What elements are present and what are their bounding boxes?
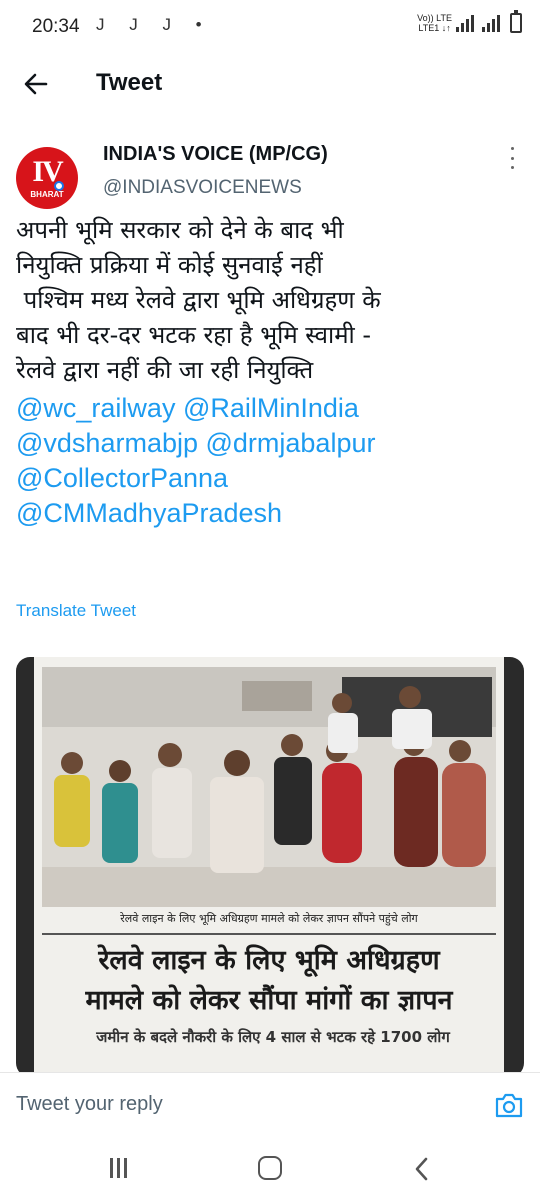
author-handle[interactable]: @INDIASVOICENEWS bbox=[103, 177, 302, 199]
tweet-text-line: रेलवे द्वारा नहीं की जा रही नियुक्ति bbox=[16, 356, 314, 384]
camera-button[interactable] bbox=[494, 1091, 524, 1119]
avatar-sub: BHARAT bbox=[30, 190, 64, 199]
avatar[interactable]: IV BHARAT bbox=[16, 147, 78, 209]
system-back-button[interactable] bbox=[410, 1155, 434, 1183]
camera-icon bbox=[495, 1093, 523, 1118]
group-photo bbox=[42, 667, 496, 907]
tweet-text: अपनी भूमि सरकार को देने के बाद भी नियुक्… bbox=[16, 213, 526, 531]
tweet-media-image[interactable]: रेलवे लाइन के लिए भूमि अधिग्रहण मामले को… bbox=[16, 657, 524, 1077]
arrow-left-icon bbox=[24, 73, 48, 95]
news-subhead: जमीन के बदले नौकरी के लिए 4 साल से भटक र… bbox=[96, 1028, 450, 1046]
newspaper-clipping: रेलवे लाइन के लिए भूमि अधिग्रहण मामले को… bbox=[34, 657, 504, 1077]
home-button[interactable] bbox=[258, 1156, 282, 1180]
status-indicators: Vo)) LTE LTE1 ↓↑ bbox=[417, 10, 522, 33]
news-headline: रेलवे लाइन के लिए भूमि अधिग्रहण मामले को… bbox=[42, 941, 496, 1021]
divider bbox=[42, 933, 496, 935]
tweet-text-line: नियुक्ति प्रक्रिया में कोई सुनवाई नहीं bbox=[16, 251, 323, 279]
signal-icon bbox=[456, 14, 474, 32]
reply-bar: Tweet your reply bbox=[0, 1072, 540, 1139]
group-photo-illustration bbox=[42, 667, 496, 907]
mention-line[interactable]: @CMMadhyaPradesh bbox=[16, 496, 526, 531]
chevron-left-icon bbox=[415, 1157, 428, 1181]
mention-line[interactable]: @vdsharmabjp @drmjabalpur bbox=[16, 426, 526, 461]
headline-line: रेलवे लाइन के लिए भूमि अधिग्रहण bbox=[98, 945, 440, 976]
notification-icons: J J J • bbox=[96, 15, 212, 34]
top-header: Tweet bbox=[0, 56, 540, 112]
recents-icon bbox=[110, 1158, 127, 1178]
more-vertical-icon bbox=[510, 147, 514, 169]
tweet-text-line: पश्चिम मध्य रेलवे द्वारा भूमि अधिग्रहण क… bbox=[16, 286, 381, 314]
more-options-button[interactable] bbox=[504, 147, 520, 169]
mention-line[interactable]: @CollectorPanna bbox=[16, 461, 526, 496]
status-time: 20:34 bbox=[32, 16, 80, 37]
back-button[interactable] bbox=[20, 68, 52, 100]
status-bar: 20:34 J J J • Vo)) LTE LTE1 ↓↑ bbox=[0, 0, 540, 56]
translate-tweet-link[interactable]: Translate Tweet bbox=[16, 601, 136, 621]
page-title: Tweet bbox=[96, 69, 163, 96]
photo-caption: रेलवे लाइन के लिए भूमि अधिग्रहण मामले को… bbox=[120, 912, 418, 925]
author-name[interactable]: INDIA'S VOICE (MP/CG) bbox=[103, 143, 328, 166]
tweet-text-line: अपनी भूमि सरकार को देने के बाद भी bbox=[16, 216, 344, 244]
network-label-bottom: LTE1 ↓↑ bbox=[418, 23, 451, 33]
network-label: Vo)) LTE LTE1 ↓↑ bbox=[417, 13, 452, 33]
system-nav-bar bbox=[0, 1138, 540, 1200]
signal-2-icon bbox=[482, 14, 500, 32]
reply-input[interactable]: Tweet your reply bbox=[16, 1093, 163, 1116]
network-label-top: Vo)) LTE bbox=[417, 13, 452, 23]
tweet-text-line: बाद भी दर-दर भटक रहा है भूमि स्वामी - bbox=[16, 321, 372, 349]
mention-line[interactable]: @wc_railway @RailMinIndia bbox=[16, 391, 526, 426]
avatar-letters: IV bbox=[32, 155, 63, 188]
headline-line: मामले को लेकर सौंपा मांगों का ज्ञापन bbox=[85, 985, 453, 1016]
recents-button[interactable] bbox=[110, 1158, 130, 1178]
battery-icon bbox=[510, 10, 522, 33]
